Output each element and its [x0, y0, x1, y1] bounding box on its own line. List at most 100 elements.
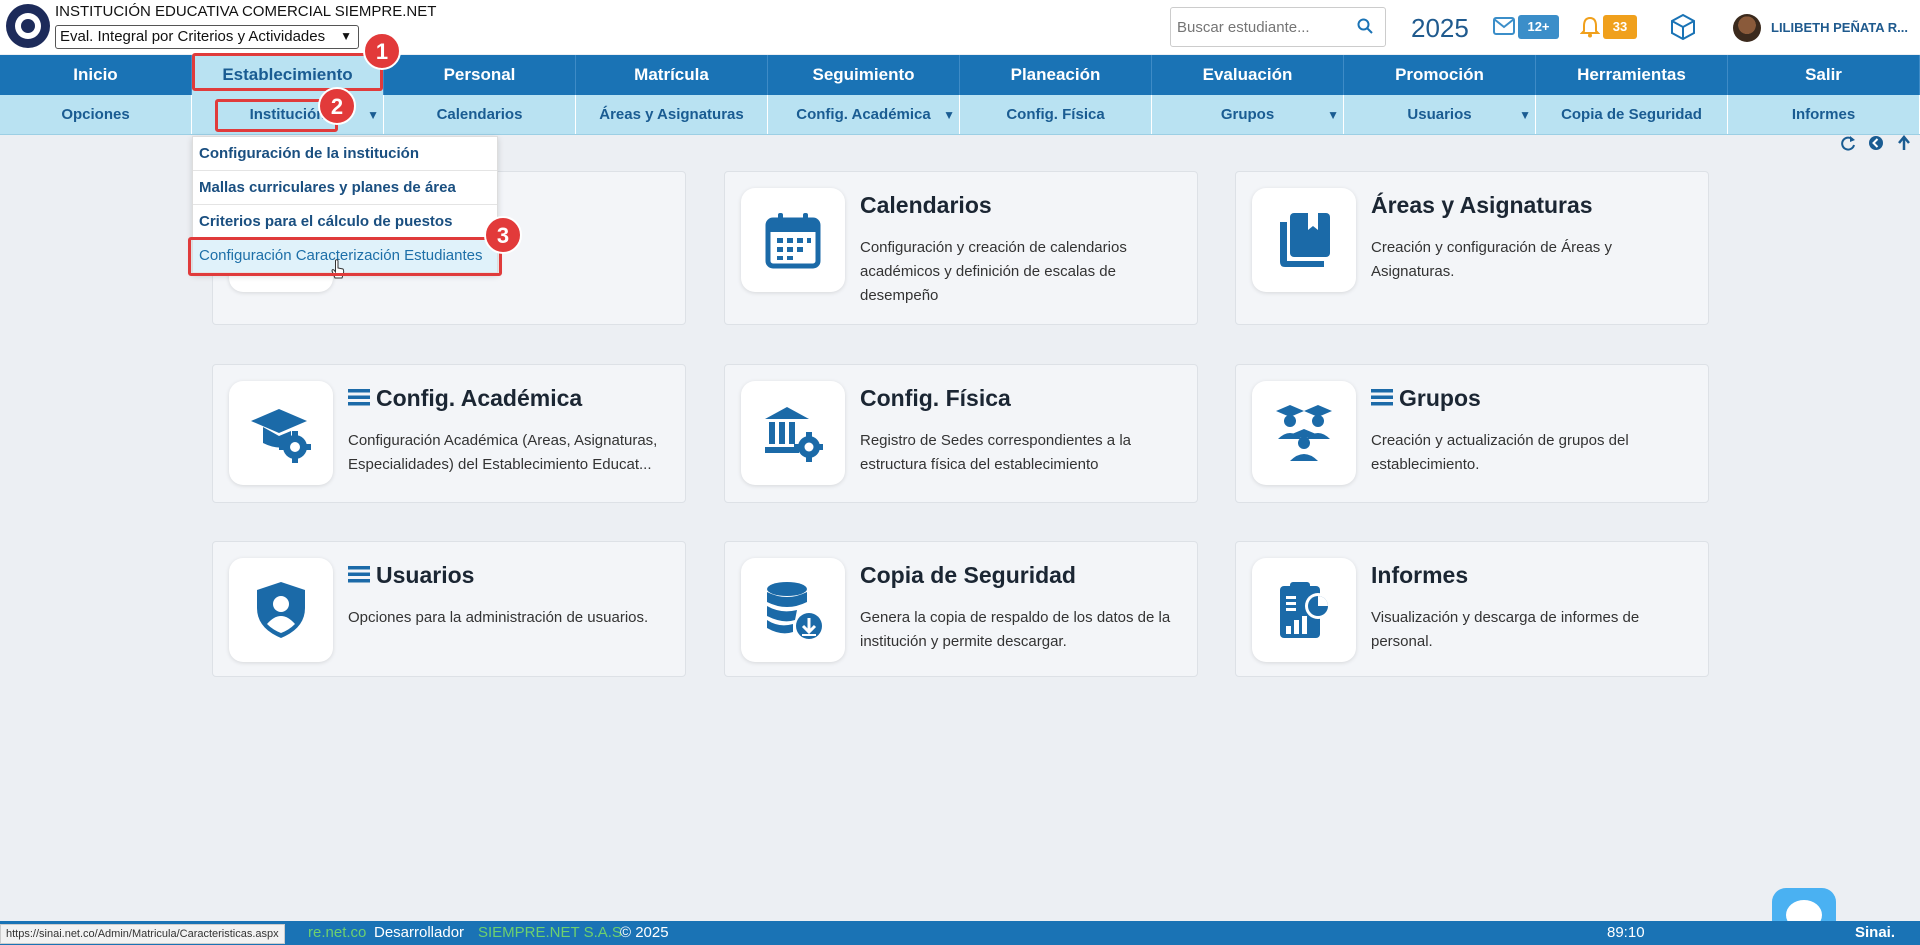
institution-name: INSTITUCIÓN EDUCATIVA COMERCIAL SIEMPRE.…	[55, 3, 437, 20]
annotation-number-2: 2	[318, 87, 356, 125]
subnav-calendarios[interactable]: Calendarios	[384, 95, 576, 134]
status-bar-url: https://sinai.net.co/Admin/Matricula/Car…	[0, 924, 285, 944]
card-title: Config. Académica	[376, 385, 583, 411]
menu-item-mallas-curriculares[interactable]: Mallas curriculares y planes de área	[193, 171, 497, 205]
card-icon-box	[741, 188, 845, 292]
card-calendarios[interactable]: Calendarios Configuración y creación de …	[724, 171, 1198, 325]
card-icon-box	[1252, 558, 1356, 662]
card-title: Usuarios	[376, 562, 475, 588]
arrow-up-icon[interactable]	[1896, 135, 1912, 151]
subnav-opciones[interactable]: Opciones	[0, 95, 192, 134]
nav-inicio[interactable]: Inicio	[0, 55, 192, 95]
subnav-copia-seguridad[interactable]: Copia de Seguridad	[1536, 95, 1728, 134]
annotation-number-3: 3	[484, 216, 522, 254]
card-title-wrap: Usuarios	[348, 562, 474, 589]
refresh-icon[interactable]	[1840, 135, 1856, 151]
search-icon[interactable]	[1357, 18, 1373, 34]
nav-planeacion[interactable]: Planeación	[960, 55, 1152, 95]
chevron-down-icon: ▼	[340, 29, 352, 43]
footer-developer-label: Desarrollador	[374, 924, 465, 941]
subnav-label: Config. Académica	[796, 106, 931, 123]
card-icon-box	[1252, 188, 1356, 292]
card-description: Configuración Académica (Areas, Asignatu…	[348, 432, 658, 473]
subnav-label: Copia de Seguridad	[1561, 106, 1702, 123]
mail-icon[interactable]	[1493, 17, 1515, 35]
institution-logo[interactable]	[6, 4, 50, 48]
subnav-label: Opciones	[61, 106, 130, 123]
subnav-grupos[interactable]: Grupos ▼	[1152, 95, 1344, 134]
caret-down-icon[interactable]: ▼	[943, 95, 955, 135]
messages-badge[interactable]: 12+	[1518, 15, 1559, 39]
nav-herramientas[interactable]: Herramientas	[1536, 55, 1728, 95]
session-timer: 89:10	[1607, 924, 1645, 941]
card-areas-asignaturas[interactable]: Áreas y Asignaturas Creación y configura…	[1235, 171, 1709, 325]
card-icon-box	[229, 558, 333, 662]
notifications-badge[interactable]: 33	[1603, 15, 1637, 39]
building-gear-icon	[765, 407, 823, 462]
card-title-wrap: Config. Académica	[348, 385, 582, 412]
nav-promocion[interactable]: Promoción	[1344, 55, 1536, 95]
users-group-icon	[1276, 405, 1332, 461]
card-title: Copia de Seguridad	[860, 562, 1076, 588]
footer: re.net.co Desarrollador SIEMPRE.NET S.A.…	[0, 921, 1920, 945]
card-icon-box	[741, 381, 845, 485]
subnav-config-fisica[interactable]: Config. Física	[960, 95, 1152, 134]
bell-icon[interactable]	[1580, 16, 1600, 38]
user-avatar[interactable]	[1733, 14, 1761, 42]
menu-icon[interactable]	[1371, 388, 1393, 406]
top-header: INSTITUCIÓN EDUCATIVA COMERCIAL SIEMPRE.…	[0, 0, 1920, 54]
card-informes[interactable]: Informes Visualización y descarga de inf…	[1235, 541, 1709, 677]
card-usuarios[interactable]: Usuarios Opciones para la administración…	[212, 541, 686, 677]
cube-icon[interactable]	[1670, 13, 1696, 41]
nav-evaluacion[interactable]: Evaluación	[1152, 55, 1344, 95]
book-icon	[1280, 213, 1330, 267]
subnav-label: Calendarios	[436, 106, 523, 123]
card-title: Config. Física	[860, 385, 1011, 411]
annotation-box-1	[192, 53, 383, 91]
nav-salir[interactable]: Salir	[1728, 55, 1920, 95]
caret-down-icon[interactable]: ▼	[367, 95, 379, 135]
subnav-label: Grupos	[1220, 106, 1275, 123]
menu-icon[interactable]	[348, 388, 370, 406]
card-config-fisica[interactable]: Config. Física Registro de Sedes corresp…	[724, 364, 1198, 503]
subnav-areas-asignaturas[interactable]: Áreas y Asignaturas	[576, 95, 768, 134]
card-grupos[interactable]: Grupos Creación y actualización de grupo…	[1235, 364, 1709, 503]
subnav-config-academica[interactable]: Config. Académica ▼	[768, 95, 960, 134]
brand-logo: Sinai.	[1855, 924, 1896, 941]
evaluation-mode-select[interactable]: Eval. Integral por Criterios y Actividad…	[55, 25, 359, 49]
nav-matricula[interactable]: Matrícula	[576, 55, 768, 95]
caret-down-icon[interactable]: ▼	[1519, 95, 1531, 135]
card-description: Creación y actualización de grupos del e…	[1371, 432, 1629, 473]
card-description: Creación y configuración de Áreas y Asig…	[1371, 239, 1612, 280]
user-name[interactable]: LILIBETH PEÑATA R...	[1771, 20, 1908, 35]
subnav-label: Áreas y Asignaturas	[599, 106, 744, 123]
card-description: Registro de Sedes correspondientes a la …	[860, 432, 1131, 473]
card-config-academica[interactable]: Config. Académica Configuración Académic…	[212, 364, 686, 503]
subnav-usuarios[interactable]: Usuarios ▼	[1344, 95, 1536, 134]
card-description: Visualización y descarga de informes de …	[1371, 609, 1640, 650]
nav-seguimiento[interactable]: Seguimiento	[768, 55, 960, 95]
academic-year[interactable]: 2025	[1411, 13, 1469, 44]
annotation-box-3	[188, 237, 502, 276]
student-search[interactable]	[1170, 7, 1386, 47]
menu-item-criterios-puestos[interactable]: Criterios para el cálculo de puestos	[193, 205, 497, 239]
card-title: Áreas y Asignaturas	[1371, 192, 1593, 218]
back-icon[interactable]	[1868, 135, 1884, 151]
menu-item-config-institucion[interactable]: Configuración de la institución	[193, 137, 497, 171]
card-icon-box	[229, 381, 333, 485]
subnav-label: Config. Física	[1006, 106, 1105, 123]
footer-company[interactable]: SIEMPRE.NET S.A.S	[478, 921, 622, 945]
menu-icon[interactable]	[348, 565, 370, 583]
card-copia-seguridad[interactable]: Copia de Seguridad Genera la copia de re…	[724, 541, 1198, 677]
card-icon-box	[741, 558, 845, 662]
card-title: Grupos	[1399, 385, 1481, 411]
card-description: Opciones para la administración de usuar…	[348, 609, 649, 626]
nav-personal[interactable]: Personal	[384, 55, 576, 95]
student-search-input[interactable]	[1177, 19, 1347, 36]
evaluation-mode-value: Eval. Integral por Criterios y Actividad…	[60, 28, 326, 45]
graduation-gear-icon	[251, 409, 311, 463]
footer-site[interactable]: re.net.co	[308, 921, 366, 945]
caret-down-icon[interactable]: ▼	[1327, 95, 1339, 135]
subnav-informes[interactable]: Informes	[1728, 95, 1920, 134]
card-icon-box	[1252, 381, 1356, 485]
